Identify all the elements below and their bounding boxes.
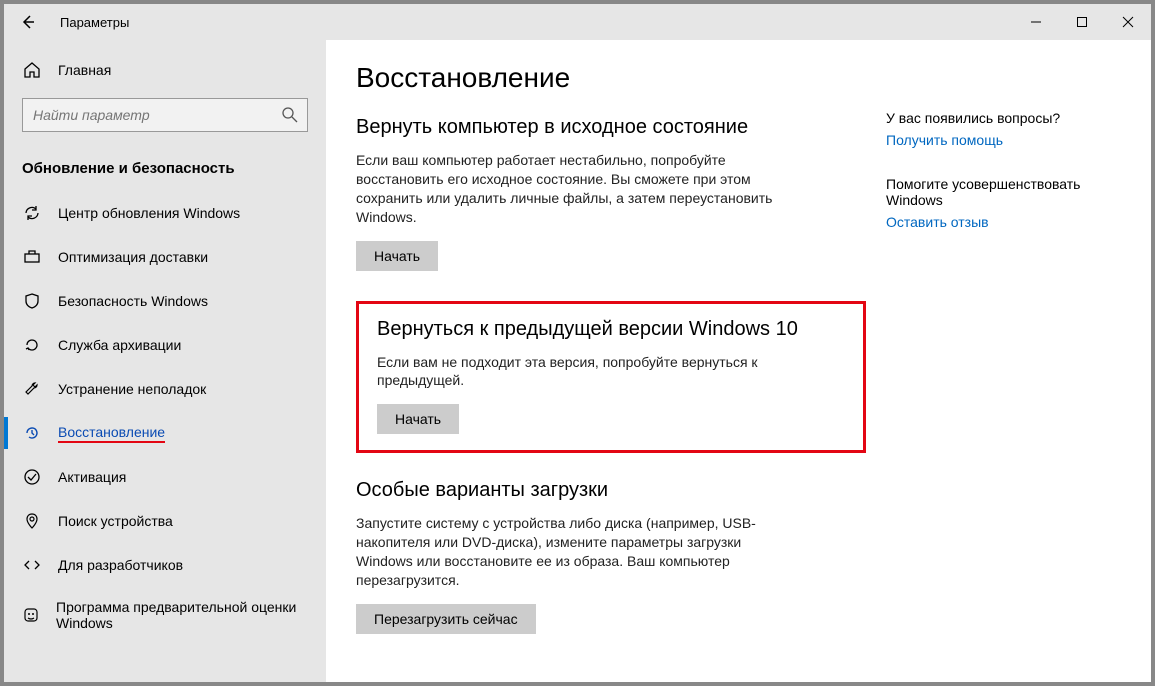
section-title: Обновление и безопасность bbox=[4, 140, 326, 191]
close-button[interactable] bbox=[1105, 4, 1151, 40]
sidebar-item-recovery[interactable]: Восстановление bbox=[4, 411, 326, 455]
sync-icon bbox=[22, 203, 42, 223]
feedback-link[interactable]: Оставить отзыв bbox=[886, 214, 1098, 230]
sidebar-item-insider-program[interactable]: Программа предварительной оценки Windows bbox=[4, 587, 326, 643]
layout: Главная Обновление и безопасность Центр … bbox=[4, 40, 1151, 682]
sidebar-item-label: Поиск устройства bbox=[58, 513, 173, 529]
search-wrap bbox=[4, 90, 326, 140]
sidebar-item-label: Безопасность Windows bbox=[58, 293, 208, 309]
close-icon bbox=[1122, 16, 1134, 28]
sidebar: Главная Обновление и безопасность Центр … bbox=[4, 40, 326, 682]
sidebar-item-label: Оптимизация доставки bbox=[58, 249, 208, 265]
reset-start-button[interactable]: Начать bbox=[356, 241, 438, 271]
sidebar-item-label: Служба архивации bbox=[58, 337, 181, 353]
advanced-heading: Особые варианты загрузки bbox=[356, 479, 866, 502]
go-back-heading: Вернуться к предыдущей версии Windows 10 bbox=[377, 318, 845, 341]
home-nav[interactable]: Главная bbox=[4, 50, 326, 90]
sidebar-item-find-my-device[interactable]: Поиск устройства bbox=[4, 499, 326, 543]
sidebar-item-label: Активация bbox=[58, 469, 126, 485]
content: Восстановление Вернуть компьютер в исход… bbox=[326, 40, 1151, 682]
get-help-link[interactable]: Получить помощь bbox=[886, 132, 1098, 148]
restart-now-button[interactable]: Перезагрузить сейчас bbox=[356, 604, 536, 634]
minimize-icon bbox=[1030, 16, 1042, 28]
sidebar-item-backup[interactable]: Служба архивации bbox=[4, 323, 326, 367]
go-back-start-button[interactable]: Начать bbox=[377, 404, 459, 434]
reset-heading: Вернуть компьютер в исходное состояние bbox=[356, 116, 866, 139]
sidebar-item-label: Программа предварительной оценки Windows bbox=[56, 599, 308, 631]
sidebar-item-troubleshoot[interactable]: Устранение неполадок bbox=[4, 367, 326, 411]
sidebar-item-label: Устранение неполадок bbox=[58, 381, 206, 397]
sidebar-item-windows-update[interactable]: Центр обновления Windows bbox=[4, 191, 326, 235]
advanced-startup-section: Особые варианты загрузки Запустите систе… bbox=[356, 479, 866, 634]
window-controls bbox=[1013, 4, 1151, 40]
insider-icon bbox=[22, 605, 40, 625]
search-box[interactable] bbox=[22, 98, 308, 132]
wrench-icon bbox=[22, 379, 42, 399]
help-question: У вас появились вопросы? bbox=[886, 110, 1098, 126]
home-label: Главная bbox=[58, 62, 111, 78]
feedback-question: Помогите усовершенствовать Windows bbox=[886, 176, 1098, 208]
search-input[interactable] bbox=[23, 107, 307, 123]
minimize-button[interactable] bbox=[1013, 4, 1059, 40]
advanced-text: Запустите систему с устройства либо диск… bbox=[356, 514, 776, 590]
back-button[interactable] bbox=[12, 6, 44, 38]
sidebar-item-for-developers[interactable]: Для разработчиков bbox=[4, 543, 326, 587]
home-icon bbox=[22, 60, 42, 80]
recovery-icon bbox=[22, 423, 42, 443]
go-back-section: Вернуться к предыдущей версии Windows 10… bbox=[356, 301, 866, 454]
shield-icon bbox=[22, 291, 42, 311]
reset-text: Если ваш компьютер работает нестабильно,… bbox=[356, 151, 776, 227]
maximize-icon bbox=[1076, 16, 1088, 28]
search-icon bbox=[281, 106, 299, 127]
arrow-left-icon bbox=[20, 14, 36, 30]
go-back-text: Если вам не подходит эта версия, попробу… bbox=[377, 353, 797, 391]
reset-pc-section: Вернуть компьютер в исходное состояние Е… bbox=[356, 116, 866, 271]
check-circle-icon bbox=[22, 467, 42, 487]
aside: У вас появились вопросы? Получить помощь… bbox=[886, 40, 1118, 682]
developer-icon bbox=[22, 555, 42, 575]
maximize-button[interactable] bbox=[1059, 4, 1105, 40]
sidebar-item-windows-security[interactable]: Безопасность Windows bbox=[4, 279, 326, 323]
help-group: У вас появились вопросы? Получить помощь bbox=[886, 110, 1098, 148]
sidebar-item-label: Восстановление bbox=[58, 424, 165, 443]
location-icon bbox=[22, 511, 42, 531]
sidebar-item-label: Центр обновления Windows bbox=[58, 205, 240, 221]
window-title: Параметры bbox=[60, 15, 129, 30]
sidebar-item-activation[interactable]: Активация bbox=[4, 455, 326, 499]
sidebar-item-label: Для разработчиков bbox=[58, 557, 183, 573]
feedback-group: Помогите усовершенствовать Windows Остав… bbox=[886, 176, 1098, 230]
page-title: Восстановление bbox=[356, 62, 866, 94]
backup-icon bbox=[22, 335, 42, 355]
main: Восстановление Вернуть компьютер в исход… bbox=[326, 40, 886, 682]
delivery-icon bbox=[22, 247, 42, 267]
sidebar-item-delivery-optimization[interactable]: Оптимизация доставки bbox=[4, 235, 326, 279]
titlebar: Параметры bbox=[4, 4, 1151, 40]
